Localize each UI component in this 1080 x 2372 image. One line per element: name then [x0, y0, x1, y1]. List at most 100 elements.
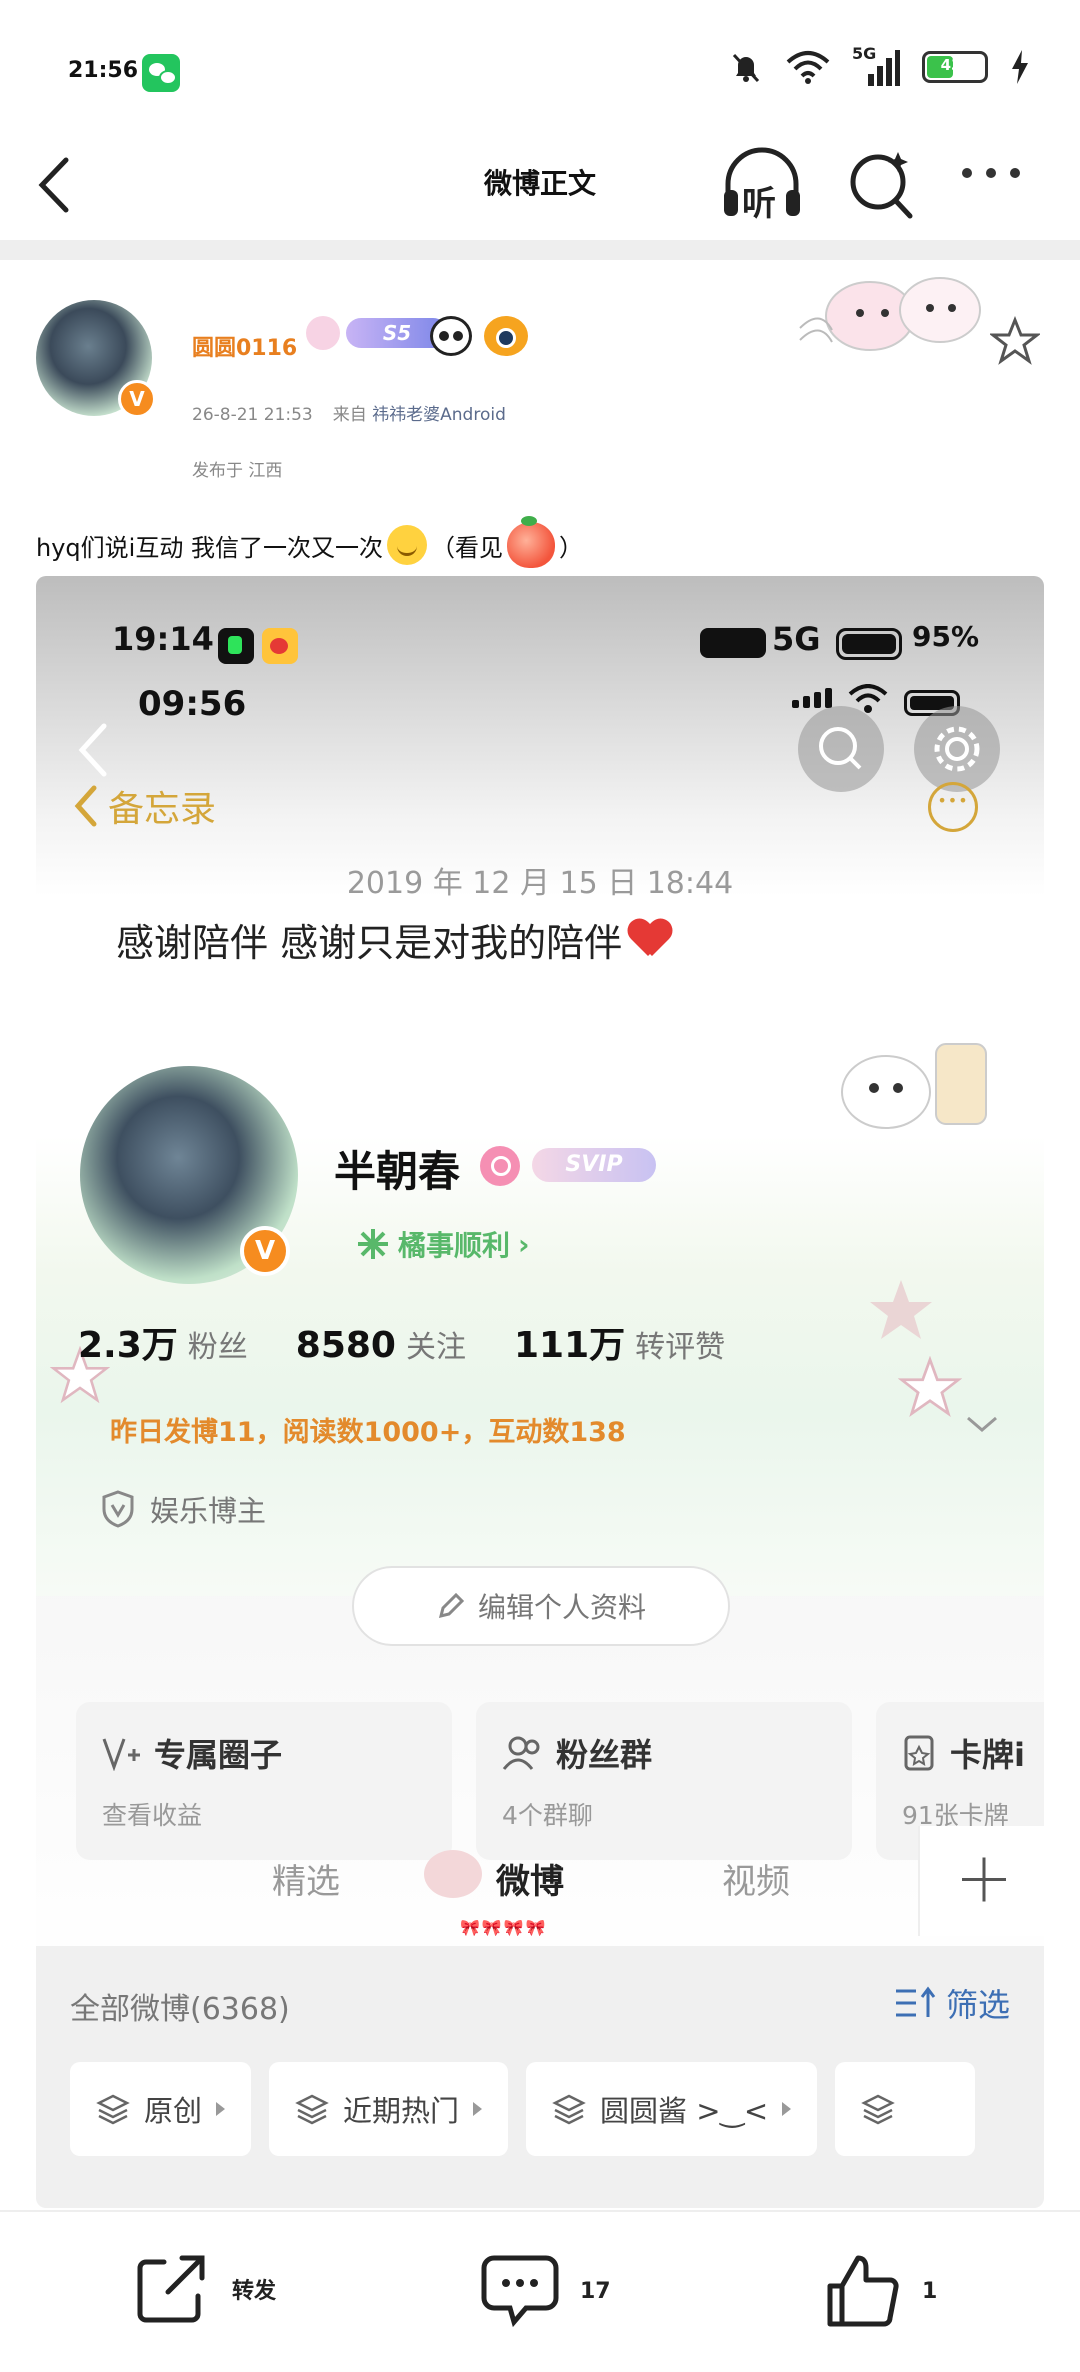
top-nav: 微博正文 听 — [0, 130, 1080, 240]
level-badge[interactable]: S5 — [306, 316, 448, 350]
stat-interactions: 111万 转评赞 — [514, 1316, 725, 1368]
stat-value: 2.3万 — [78, 1325, 178, 1366]
charging-icon — [1012, 50, 1028, 84]
profile-name: 半朝春 — [334, 1147, 461, 1196]
card-decoration-image — [799, 277, 981, 351]
author-name[interactable]: 圆圆0116 — [192, 330, 297, 362]
chip-custom: 圆圆酱 >‿< — [526, 2062, 818, 2156]
author-avatar[interactable]: V — [36, 300, 156, 418]
filter-button: 筛选 — [894, 1980, 1010, 2026]
profile-verified-icon: V — [240, 1226, 290, 1276]
tab-featured: 精选 — [272, 1862, 340, 1902]
group-icon — [502, 1736, 540, 1770]
battery-icon: 43 — [922, 51, 988, 83]
memo-text-content: 感谢陪伴 感谢只是对我的陪伴 — [116, 921, 623, 965]
more-dot — [986, 168, 996, 178]
status-time: 21:56 — [68, 58, 139, 83]
profile-activity: 昨日发博11，阅读数1000+，互动数138 — [110, 1417, 626, 1448]
edit-profile-label: 编辑个人资料 — [477, 1591, 646, 1624]
section-divider — [0, 240, 1080, 260]
listen-label: 听 — [742, 184, 776, 224]
layers-icon — [861, 2094, 895, 2125]
wechat-notification-icon — [142, 54, 180, 92]
stat-label: 转评赞 — [635, 1330, 726, 1365]
music-app-icon — [218, 628, 254, 664]
search-icon[interactable] — [846, 146, 916, 222]
post-text: hyq们说i互动 我信了一次又一次 （看见 ） — [36, 516, 583, 568]
shield-icon — [102, 1490, 134, 1528]
comment-icon — [481, 2255, 559, 2328]
stat-label: 关注 — [405, 1330, 466, 1365]
inner-signal-icon — [792, 688, 832, 708]
repost-button[interactable]: 转发 — [134, 2252, 276, 2326]
memo-more-icon — [928, 782, 978, 832]
edit-profile-button: 编辑个人资料 — [352, 1566, 730, 1646]
chip-label: 原创 — [144, 2094, 203, 2128]
network-type: 5G — [852, 44, 877, 63]
tab-video: 视频 — [722, 1862, 790, 1902]
chip-hot: 近期热门 — [269, 2062, 509, 2156]
more-button[interactable] — [962, 168, 1020, 178]
profile-category-label: 娱乐博主 — [150, 1494, 267, 1528]
card-deck-icon — [904, 1735, 934, 1771]
more-dot — [962, 168, 972, 178]
level-mascot-icon — [306, 316, 340, 350]
stat-value: 111万 — [513, 1325, 626, 1366]
comment-button[interactable]: 17 — [480, 2252, 611, 2330]
profile-tabs: 精选 微博 🎀🎀🎀🎀 视频 — [36, 1826, 1044, 1937]
post-location: 发布于 江西 — [192, 461, 283, 481]
all-weibo-title: 全部微博(6368) — [70, 1992, 290, 2027]
vplus-icon — [102, 1738, 140, 1771]
chip-arrow-icon — [782, 2102, 792, 2116]
post-text-paren: （看见 — [430, 533, 503, 562]
memo-chevron-icon — [74, 785, 97, 827]
card-title: 专属圈子 — [154, 1736, 283, 1774]
wifi-icon — [786, 51, 830, 84]
status-icons: 5G 43 — [728, 44, 1030, 86]
post-text-close: ） — [558, 533, 583, 562]
weibo-app-icon — [262, 628, 298, 664]
like-button[interactable]: 1 — [824, 2252, 937, 2330]
post-time: 26-8-21 21:53 — [192, 405, 313, 425]
stat-followers: 2.3万 粉丝 — [78, 1316, 248, 1368]
battery-level: 43 — [940, 56, 962, 74]
tab-decoration-icon — [424, 1850, 482, 1898]
card-title: 粉丝群 — [556, 1736, 653, 1774]
layers-icon — [295, 2094, 329, 2125]
chip-original: 原创 — [70, 2062, 252, 2156]
inner-battery-icon — [836, 628, 902, 660]
card-title: 卡牌i — [950, 1736, 1025, 1774]
svip-badge: SVIP — [532, 1148, 656, 1182]
fish-badge-icon[interactable] — [484, 316, 528, 356]
post-source-link[interactable]: 祎祎老婆Android — [372, 405, 506, 425]
inner-search-icon — [798, 706, 884, 792]
inner-status-time-2: 09:56 — [138, 684, 247, 724]
chip-label: 圆圆酱 >‿< — [600, 2094, 769, 2128]
carrier-redacted — [700, 628, 766, 658]
profile-subtitle: 橘事顺利 › — [356, 1224, 530, 1264]
chip-label: 近期热门 — [343, 2094, 460, 2128]
inner-status-time: 19:14 — [112, 620, 214, 658]
star-deco-icon — [898, 1356, 962, 1418]
like-count: 1 — [922, 2278, 938, 2304]
weibo-list-header: 全部微博(6368) 筛选 原创 近期热门 圆圆酱 >‿< — [36, 1946, 1044, 2208]
chip-arrow-icon — [473, 2102, 483, 2116]
cell-signal-icon: 5G — [852, 44, 900, 86]
profile-search-badge-icon — [480, 1146, 520, 1186]
filter-icon — [895, 1986, 936, 2017]
memo-text: 感谢陪伴 感谢只是对我的陪伴 — [116, 912, 672, 967]
more-dot — [1010, 168, 1020, 178]
post-source-prefix: 来自 — [332, 405, 367, 425]
smile-emoji-icon — [386, 525, 427, 565]
panda-badge-icon[interactable] — [430, 316, 472, 356]
favorite-star-icon[interactable] — [990, 316, 1040, 366]
filter-label: 筛选 — [945, 1986, 1010, 2024]
chevron-right-icon: › — [518, 1227, 530, 1261]
star-deco-icon — [870, 1280, 932, 1339]
profile-stats: 2.3万 粉丝 8580 关注 111万 转评赞 — [78, 1316, 725, 1368]
share-icon — [137, 2255, 205, 2323]
chip-more — [835, 2062, 976, 2156]
listen-button[interactable]: 听 — [720, 146, 804, 224]
inner-gear-icon — [914, 706, 1000, 792]
post-image[interactable]: 19:14 5G 95% 09:56 备忘录 2019 年 12 月 15 日 … — [36, 576, 1044, 2208]
